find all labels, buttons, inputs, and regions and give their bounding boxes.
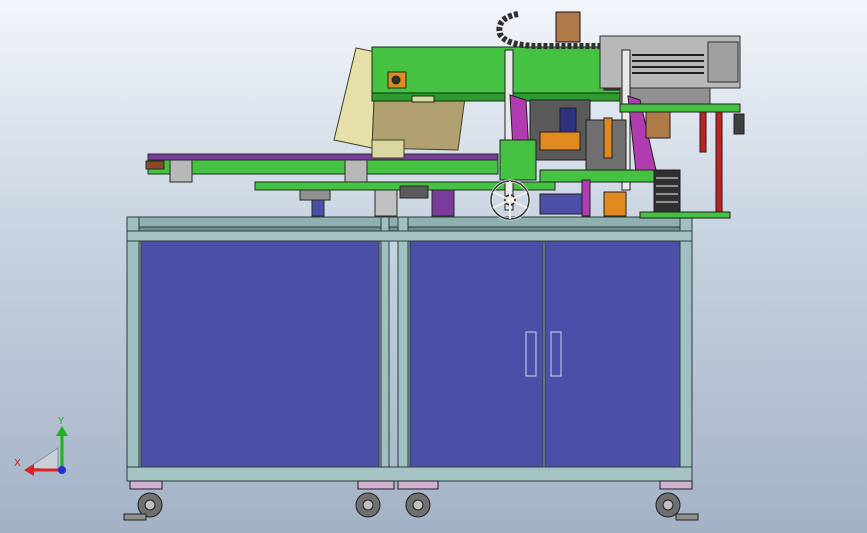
main-plate-assembly	[371, 46, 633, 103]
caster-mid-right	[397, 480, 439, 518]
main-green-plate	[371, 46, 633, 94]
y-axis-label: Y	[57, 416, 65, 427]
machine-cabinet	[126, 216, 693, 482]
top-box	[555, 11, 581, 43]
caster-mid-left	[355, 480, 395, 518]
handwheel	[489, 179, 531, 221]
caster-front-right	[655, 480, 699, 521]
casters	[123, 480, 699, 521]
caster-front-left	[123, 480, 163, 521]
right-door-right-panel	[544, 240, 681, 468]
cad-viewport[interactable]: Y X	[0, 0, 867, 533]
left-door-panel	[140, 240, 380, 468]
door-handle-left	[525, 331, 537, 377]
right-door-left-panel	[409, 240, 544, 468]
coordinate-triad: Y X	[14, 416, 68, 476]
cable-chain	[496, 11, 600, 49]
door-handle-right	[550, 331, 562, 377]
machine-drawing: Y X	[14, 11, 745, 521]
table-top	[126, 216, 693, 228]
control-box	[599, 35, 741, 109]
x-axis-label: X	[14, 458, 21, 469]
z-axis-dot	[58, 466, 66, 474]
